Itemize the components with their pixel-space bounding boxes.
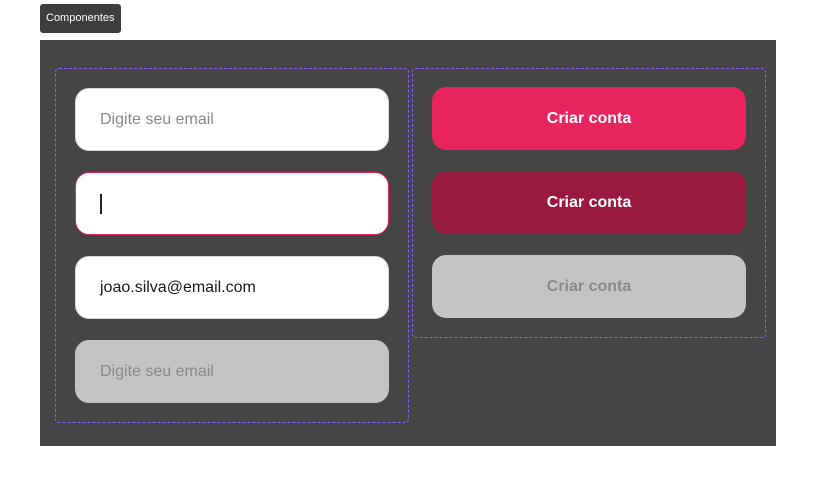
email-input-filled[interactable]: joao.silva@email.com: [75, 256, 389, 319]
create-account-label-hover: Criar conta: [546, 193, 632, 211]
create-account-button-disabled: Criar conta: [432, 255, 746, 318]
email-placeholder: Digite seu email: [100, 110, 214, 128]
email-input-default[interactable]: Digite seu email: [75, 88, 389, 151]
create-account-label-disabled: Criar conta: [546, 277, 632, 295]
create-account-button-hover[interactable]: Criar conta: [432, 171, 746, 234]
email-placeholder-disabled: Digite seu email: [100, 362, 214, 380]
email-input-disabled: Digite seu email: [75, 340, 389, 403]
email-value: joao.silva@email.com: [100, 278, 256, 296]
email-input-focused[interactable]: [75, 172, 389, 235]
create-account-button[interactable]: Criar conta: [432, 87, 746, 150]
components-canvas: Digite seu email joao.silva@email.com Di…: [40, 40, 776, 446]
create-account-label: Criar conta: [546, 109, 632, 127]
text-caret: [100, 193, 102, 214]
frame-label[interactable]: Componentes: [40, 4, 121, 33]
